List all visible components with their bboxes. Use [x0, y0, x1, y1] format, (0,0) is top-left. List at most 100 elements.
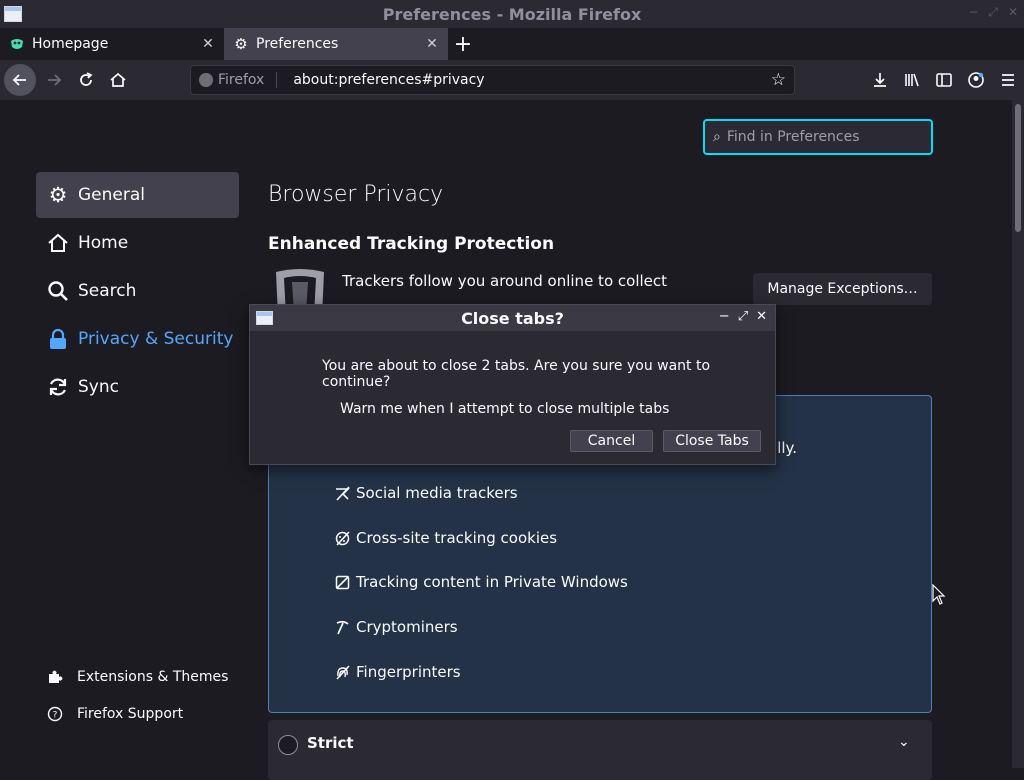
menu-button[interactable]: [992, 64, 1024, 96]
hamburger-menu-icon: [1002, 74, 1014, 86]
puzzle-icon: [46, 669, 64, 685]
etp-description: Trackers follow you around online to col…: [342, 272, 668, 290]
maximize-icon[interactable]: ⤢: [988, 5, 998, 20]
dialog-message: You are about to close 2 tabs. Are you s…: [322, 358, 711, 390]
close-tabs-button[interactable]: Close Tabs: [663, 430, 761, 452]
strict-label: Strict: [307, 734, 354, 752]
downloads-button[interactable]: [864, 64, 896, 96]
warn-close-multiple-tabs-option[interactable]: Warn me when I attempt to close multiple…: [340, 401, 669, 417]
find-in-preferences-input[interactable]: ⌕ Find in Preferences: [703, 119, 933, 155]
blocked-item: Cryptominers: [334, 616, 458, 638]
chevron-down-icon[interactable]: ⌄: [898, 734, 910, 750]
tracking-content-icon: [334, 575, 350, 590]
search-icon: ⌕: [713, 129, 721, 145]
sidebar-item-label: Sync: [78, 377, 119, 397]
firefox-icon: [199, 73, 213, 87]
url-bar[interactable]: Firefox about:preferences#privacy ☆: [190, 65, 795, 95]
home-icon: [110, 72, 126, 87]
blocked-item-label: Cryptominers: [356, 618, 458, 636]
reload-icon: [80, 72, 93, 86]
identity-box[interactable]: Firefox: [199, 72, 278, 88]
blocked-item-label: Tracking content in Private Windows: [356, 573, 628, 591]
sidebar-item-general[interactable]: ⚙ General: [36, 172, 239, 218]
home-icon: [46, 231, 70, 255]
close-tabs-dialog: Close tabs? − ⤢ ✕ You are about to close…: [249, 304, 776, 465]
sync-icon: [46, 375, 70, 399]
back-arrow-icon: [12, 74, 26, 86]
back-button[interactable]: [4, 64, 36, 96]
window-title: Preferences - Mozilla Firefox: [382, 4, 642, 24]
page-scrollbar[interactable]: [1012, 100, 1024, 768]
sidebar-item-extensions[interactable]: Extensions & Themes: [46, 666, 228, 688]
forward-button[interactable]: [38, 64, 70, 96]
close-icon[interactable]: ✕: [1008, 5, 1018, 20]
url-text[interactable]: about:preferences#privacy: [293, 72, 770, 88]
account-button[interactable]: [960, 64, 992, 96]
home-button[interactable]: [102, 64, 134, 96]
sidebar-item-label: Home: [78, 233, 129, 253]
library-button[interactable]: [896, 64, 928, 96]
window-icon: [4, 6, 22, 22]
tab-label: Preferences: [256, 36, 339, 52]
tab-label: Homepage: [32, 36, 109, 52]
sidebar-button[interactable]: [928, 64, 960, 96]
gear-icon: ⚙: [48, 183, 68, 207]
sidebar-item-label: Search: [78, 281, 137, 301]
toolbar-right: [864, 64, 1024, 96]
sidebar-footer-label: Extensions & Themes: [77, 669, 229, 685]
blocked-item-label: Cross-site tracking cookies: [356, 529, 558, 547]
tab-homepage[interactable]: Homepage ✕: [0, 28, 224, 60]
maximize-icon[interactable]: ⤢: [738, 309, 748, 324]
sidebar-item-label: General: [78, 185, 145, 205]
close-icon[interactable]: ✕: [756, 309, 767, 324]
section-title: Enhanced Tracking Protection: [268, 234, 555, 254]
scrollbar-thumb[interactable]: [1015, 104, 1021, 232]
dialog-titlebar: Close tabs? − ⤢ ✕: [250, 305, 775, 331]
gear-icon: ⚙: [234, 35, 248, 53]
social-tracker-icon: [334, 485, 350, 501]
reload-button[interactable]: [70, 64, 102, 96]
minimize-icon[interactable]: −: [968, 5, 978, 20]
blocked-item-label: Social media trackers: [356, 484, 518, 502]
forward-arrow-icon: [48, 74, 62, 86]
sidebar-footer-label: Firefox Support: [77, 706, 184, 722]
strict-radio[interactable]: [278, 735, 298, 755]
bookmark-star-icon[interactable]: ☆: [771, 70, 786, 90]
minimize-icon[interactable]: −: [719, 309, 730, 324]
window-titlebar: Preferences - Mozilla Firefox − ⤢ ✕: [0, 0, 1024, 28]
blocked-item-label: Fingerprinters: [356, 663, 461, 681]
library-icon: [905, 73, 919, 87]
blocked-item: Social media trackers: [334, 482, 518, 504]
sidebar-item-sync[interactable]: Sync: [36, 364, 239, 410]
sidebar-item-home[interactable]: Home: [36, 220, 239, 266]
close-icon[interactable]: ✕: [200, 36, 216, 52]
blocked-item: Cross-site tracking cookies: [334, 527, 557, 549]
window-icon: [256, 311, 273, 325]
cookie-icon: [334, 530, 350, 546]
search-icon: [46, 279, 70, 303]
identity-label: Firefox: [218, 72, 265, 88]
sidebar-item-search[interactable]: Search: [36, 268, 239, 314]
blocked-item: Fingerprinters: [334, 661, 461, 683]
sidebar-icon: [936, 73, 952, 87]
mouse-cursor-icon: [932, 584, 946, 605]
sidebar-item-support[interactable]: ? Firefox Support: [46, 703, 183, 725]
svg-text:?: ?: [53, 711, 58, 721]
page-title: Browser Privacy: [268, 182, 444, 207]
window-controls: − ⤢ ✕: [968, 5, 1018, 20]
help-icon: ?: [46, 706, 64, 722]
tab-preferences[interactable]: ⚙ Preferences ✕: [224, 28, 448, 60]
dialog-window-controls: − ⤢ ✕: [719, 309, 767, 324]
new-tab-button[interactable]: +: [448, 28, 478, 60]
dialog-title: Close tabs?: [461, 308, 564, 328]
manage-exceptions-button[interactable]: Manage Exceptions…: [753, 273, 932, 305]
nav-bar: Firefox about:preferences#privacy ☆: [0, 60, 1024, 100]
strict-protection-panel[interactable]: [268, 720, 932, 780]
cancel-button[interactable]: Cancel: [570, 430, 653, 452]
blocked-item: Tracking content in Private Windows: [334, 571, 628, 593]
fingerprint-icon: [334, 664, 350, 680]
sidebar-item-privacy[interactable]: Privacy & Security: [36, 316, 239, 362]
mask-icon: [8, 35, 26, 53]
find-placeholder: Find in Preferences: [726, 129, 860, 145]
close-icon[interactable]: ✕: [424, 36, 440, 52]
